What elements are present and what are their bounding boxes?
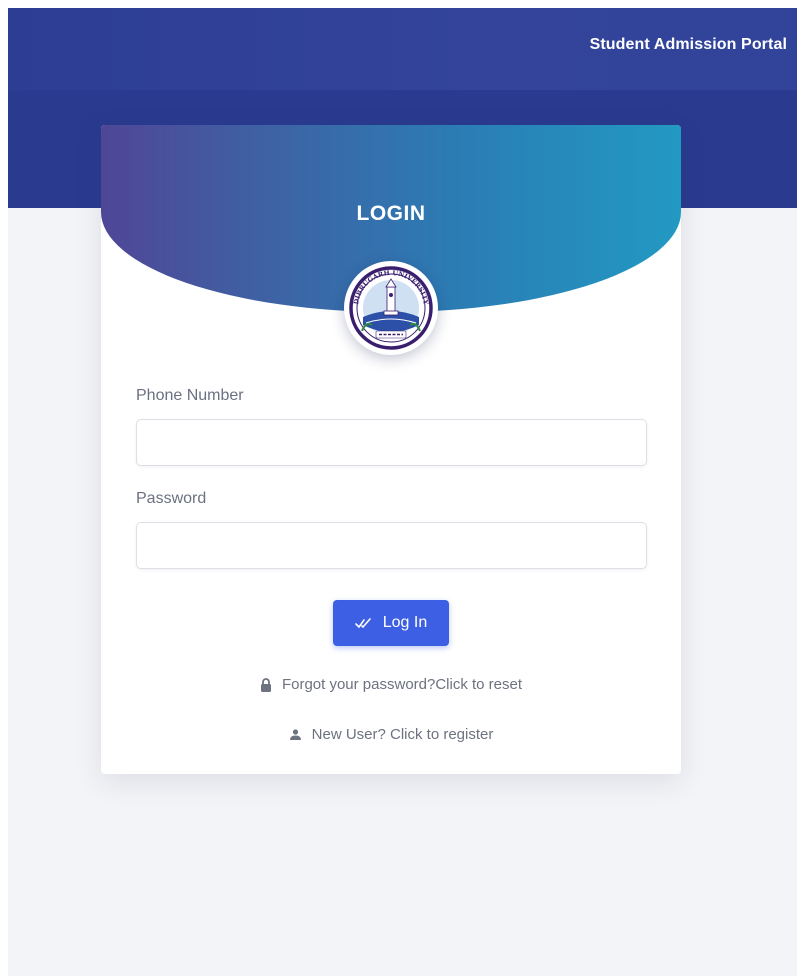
page-background: Student Admission Portal LOGIN DIBRUGARH…	[8, 8, 797, 976]
password-label: Password	[136, 490, 207, 507]
university-logo: DIBRUGARH UNIVERSITY	[344, 261, 438, 355]
portal-brand-link[interactable]: Student Admission Portal	[590, 36, 787, 54]
login-title: LOGIN	[356, 202, 426, 225]
user-icon	[289, 728, 302, 741]
password-input[interactable]	[136, 522, 647, 569]
forgot-password-link[interactable]: Forgot your password?Click to reset	[101, 676, 681, 693]
double-check-icon	[354, 617, 373, 629]
lock-icon	[260, 677, 272, 692]
phone-number-label: Phone Number	[136, 387, 244, 404]
login-card: LOGIN DIBRUGARH UNIVERSITY Phone Number …	[101, 125, 681, 774]
register-link[interactable]: New User? Click to register	[101, 726, 681, 743]
register-label: New User? Click to register	[311, 726, 494, 743]
phone-number-input[interactable]	[136, 419, 647, 466]
dibrugarh-university-seal-icon: DIBRUGARH UNIVERSITY	[349, 266, 433, 350]
forgot-password-label: Forgot your password?Click to reset	[281, 676, 523, 693]
login-button-label: Log In	[382, 614, 428, 631]
login-button[interactable]: Log In	[333, 600, 449, 646]
top-navbar: Student Admission Portal	[8, 8, 797, 90]
